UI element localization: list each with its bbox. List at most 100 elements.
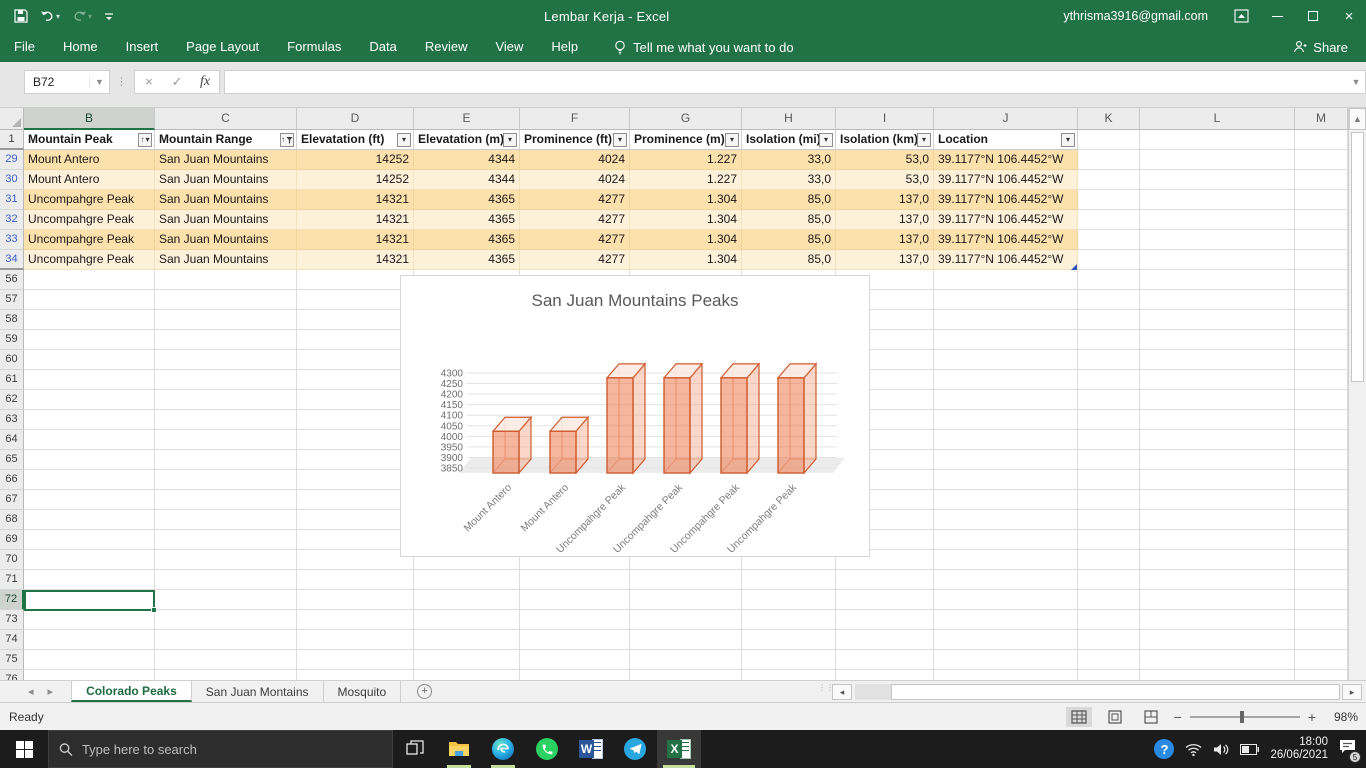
- account-email[interactable]: ythrisma3916@gmail.com: [1063, 9, 1208, 23]
- cell-L75[interactable]: [1140, 650, 1295, 670]
- cell-D67[interactable]: [297, 490, 414, 510]
- row-header-1[interactable]: 1: [0, 130, 24, 150]
- cell-F76[interactable]: [520, 670, 630, 680]
- cell-L71[interactable]: [1140, 570, 1295, 590]
- redo-caret[interactable]: ▾: [88, 12, 92, 21]
- cell-E76[interactable]: [414, 670, 520, 680]
- cell-M61[interactable]: [1295, 370, 1348, 390]
- cell-F73[interactable]: [520, 610, 630, 630]
- row-header-65[interactable]: 65: [0, 450, 24, 470]
- customize-qat-button[interactable]: [100, 9, 118, 23]
- cell-C66[interactable]: [155, 470, 297, 490]
- cell-J58[interactable]: [934, 310, 1078, 330]
- row-header-68[interactable]: 68: [0, 510, 24, 530]
- cell-D64[interactable]: [297, 430, 414, 450]
- row-header-58[interactable]: 58: [0, 310, 24, 330]
- edge-button[interactable]: [481, 730, 525, 768]
- ribbon-tab-insert[interactable]: Insert: [112, 32, 173, 62]
- cell-K69[interactable]: [1078, 530, 1140, 550]
- sheet-tab-colorado-peaks[interactable]: Colorado Peaks: [71, 681, 192, 702]
- cell-L73[interactable]: [1140, 610, 1295, 630]
- cell-E29[interactable]: 4344: [414, 150, 520, 170]
- row-header-33[interactable]: 33: [0, 230, 24, 250]
- horizontal-scrollbar-thumb[interactable]: [891, 684, 1340, 700]
- table-resize-handle[interactable]: [1071, 264, 1077, 270]
- cell-L68[interactable]: [1140, 510, 1295, 530]
- clock[interactable]: 18:00 26/06/2021: [1270, 736, 1328, 762]
- cell-L62[interactable]: [1140, 390, 1295, 410]
- tell-me-box[interactable]: Tell me what you want to do: [614, 40, 793, 55]
- cell-I32[interactable]: 137,0: [836, 210, 934, 230]
- share-button[interactable]: Share: [1293, 40, 1348, 55]
- cell-B66[interactable]: [24, 470, 155, 490]
- cell-K67[interactable]: [1078, 490, 1140, 510]
- cell-H30[interactable]: 33,0: [742, 170, 836, 190]
- cell-F32[interactable]: 4277: [520, 210, 630, 230]
- cell-M73[interactable]: [1295, 610, 1348, 630]
- cell-J56[interactable]: [934, 270, 1078, 290]
- cell-B71[interactable]: [24, 570, 155, 590]
- cell-M59[interactable]: [1295, 330, 1348, 350]
- row-header-66[interactable]: 66: [0, 470, 24, 490]
- cell-I72[interactable]: [836, 590, 934, 610]
- cell-C61[interactable]: [155, 370, 297, 390]
- cell-D63[interactable]: [297, 410, 414, 430]
- cell-B58[interactable]: [24, 310, 155, 330]
- cell-F72[interactable]: [520, 590, 630, 610]
- cell-M67[interactable]: [1295, 490, 1348, 510]
- cell-G74[interactable]: [630, 630, 742, 650]
- row-header-71[interactable]: 71: [0, 570, 24, 590]
- new-sheet-button[interactable]: +: [401, 681, 448, 702]
- vertical-scrollbar[interactable]: ▲: [1348, 108, 1366, 680]
- cell-K63[interactable]: [1078, 410, 1140, 430]
- cell-F74[interactable]: [520, 630, 630, 650]
- cell-I30[interactable]: 53,0: [836, 170, 934, 190]
- header-filter-button-dropdown[interactable]: ▾: [917, 133, 931, 147]
- cell-B62[interactable]: [24, 390, 155, 410]
- cell-B34[interactable]: Uncompahgre Peak: [24, 250, 155, 270]
- start-button[interactable]: [0, 730, 48, 768]
- cell-K29[interactable]: [1078, 150, 1140, 170]
- minimize-button[interactable]: [1260, 0, 1294, 32]
- cell-B57[interactable]: [24, 290, 155, 310]
- cell-K60[interactable]: [1078, 350, 1140, 370]
- page-layout-view-icon[interactable]: [1102, 707, 1128, 727]
- cell-E34[interactable]: 4365: [414, 250, 520, 270]
- cell-D75[interactable]: [297, 650, 414, 670]
- cell-K31[interactable]: [1078, 190, 1140, 210]
- redo-button[interactable]: ▾: [68, 8, 96, 25]
- normal-view-icon[interactable]: [1066, 707, 1092, 727]
- column-header-D[interactable]: D: [297, 108, 414, 130]
- cell-M76[interactable]: [1295, 670, 1348, 680]
- cell-L60[interactable]: [1140, 350, 1295, 370]
- cell-C59[interactable]: [155, 330, 297, 350]
- cell-K61[interactable]: [1078, 370, 1140, 390]
- cell-K73[interactable]: [1078, 610, 1140, 630]
- cell-C33[interactable]: San Juan Mountains: [155, 230, 297, 250]
- header-filter-button-dropdown[interactable]: ▾: [503, 133, 517, 147]
- cell-F75[interactable]: [520, 650, 630, 670]
- cell-M1[interactable]: [1295, 130, 1348, 150]
- cell-E75[interactable]: [414, 650, 520, 670]
- cell-H72[interactable]: [742, 590, 836, 610]
- cell-F1[interactable]: Prominence (ft)▾: [520, 130, 630, 150]
- row-header-60[interactable]: 60: [0, 350, 24, 370]
- cell-E33[interactable]: 4365: [414, 230, 520, 250]
- header-filter-button-sort-asc[interactable]: ↑▾: [138, 133, 152, 147]
- cell-L58[interactable]: [1140, 310, 1295, 330]
- cell-C76[interactable]: [155, 670, 297, 680]
- cell-C67[interactable]: [155, 490, 297, 510]
- excel-button[interactable]: X: [657, 730, 701, 768]
- header-filter-button-dropdown[interactable]: ▾: [819, 133, 833, 147]
- cell-J29[interactable]: 39.1177°N 106.4452°W: [934, 150, 1078, 170]
- cell-I73[interactable]: [836, 610, 934, 630]
- horizontal-scrollbar[interactable]: [855, 684, 1340, 700]
- cell-E73[interactable]: [414, 610, 520, 630]
- cell-B1[interactable]: Mountain Peak↑▾: [24, 130, 155, 150]
- cell-K76[interactable]: [1078, 670, 1140, 680]
- cell-H75[interactable]: [742, 650, 836, 670]
- cell-J68[interactable]: [934, 510, 1078, 530]
- cell-H74[interactable]: [742, 630, 836, 650]
- zoom-slider[interactable]: [1190, 716, 1300, 718]
- cell-J61[interactable]: [934, 370, 1078, 390]
